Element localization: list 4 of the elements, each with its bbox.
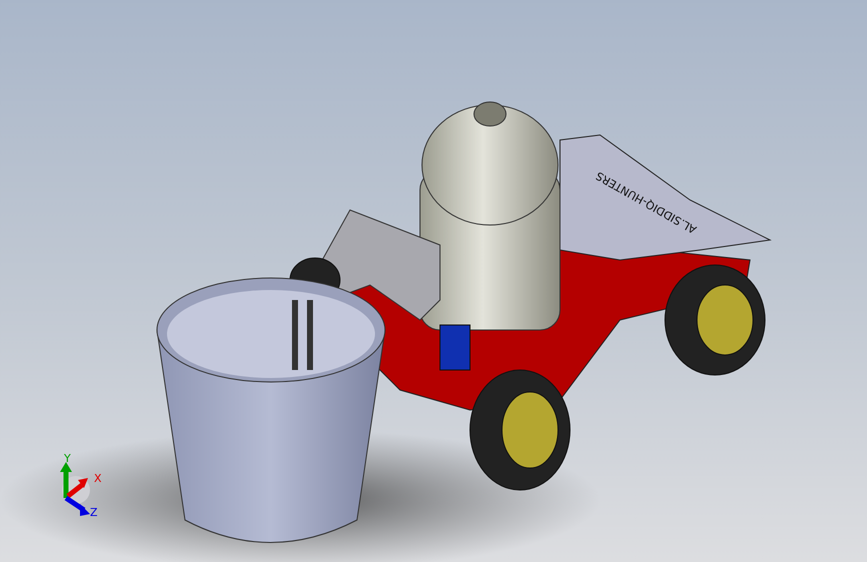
axis-label: Y [64,452,71,465]
axis-label: X [94,472,102,485]
axis-triad-icon [60,462,90,516]
axis-label: Z [90,506,98,519]
